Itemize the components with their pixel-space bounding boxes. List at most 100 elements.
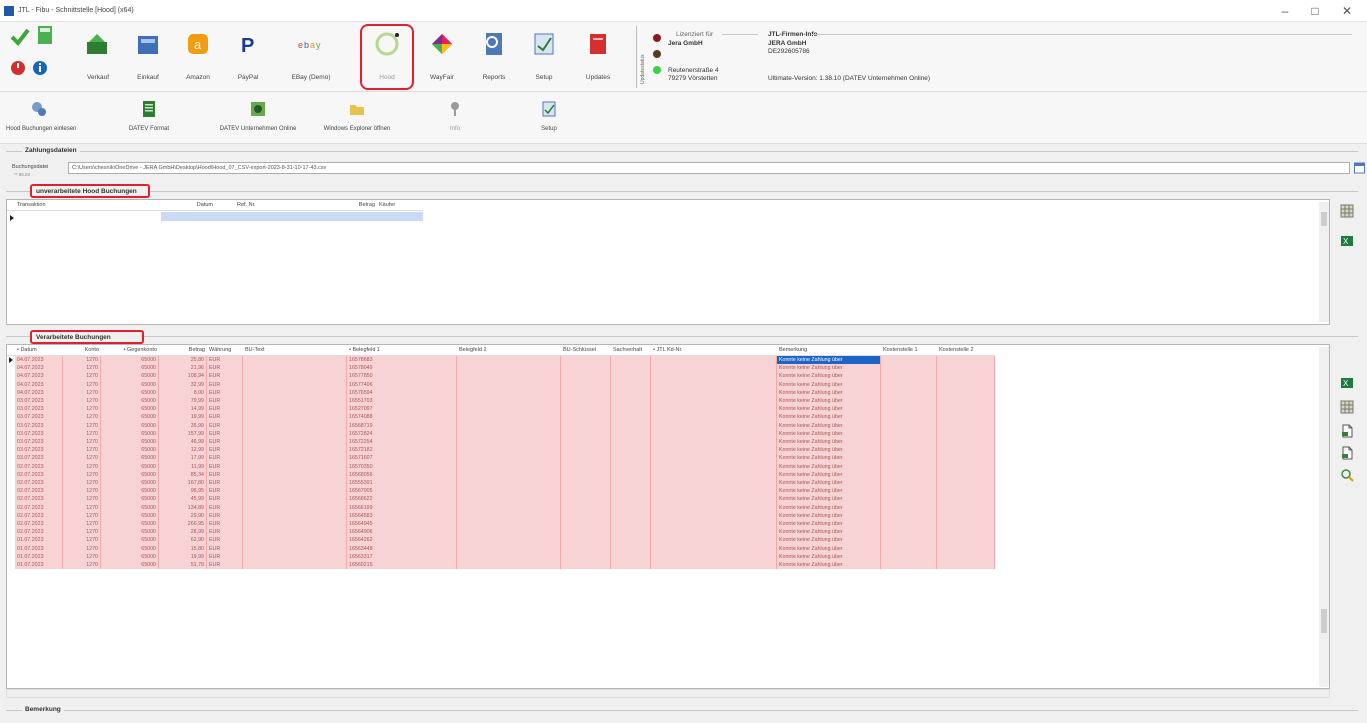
table-cell[interactable]: 65000 xyxy=(101,462,159,471)
maximize-button[interactable]: □ xyxy=(1300,3,1330,19)
table-cell[interactable] xyxy=(937,421,995,430)
table-cell[interactable]: 65000 xyxy=(101,446,159,455)
table-cell[interactable]: 85,34 xyxy=(159,470,207,479)
table-cell[interactable] xyxy=(937,405,995,414)
col-header-jtl-kd-nr[interactable]: • JTL Kd-Nr. xyxy=(651,345,777,355)
table-cell[interactable] xyxy=(881,511,937,520)
table-cell[interactable] xyxy=(243,380,347,389)
toolbar-amazon-button[interactable]: a Amazon xyxy=(176,22,220,92)
table-cell[interactable] xyxy=(243,446,347,455)
table-cell[interactable] xyxy=(243,536,347,545)
table-cell[interactable] xyxy=(881,561,937,570)
table-cell[interactable] xyxy=(243,429,347,438)
table-cell[interactable] xyxy=(937,528,995,537)
table-cell[interactable] xyxy=(457,397,561,406)
col-header-kostenstelle-2[interactable]: Kostenstelle 2 xyxy=(937,345,995,355)
vertical-scrollbar[interactable] xyxy=(1319,347,1329,687)
table-cell[interactable] xyxy=(611,552,651,561)
table-cell[interactable] xyxy=(457,552,561,561)
table-cell[interactable]: EUR xyxy=(207,364,243,373)
table-cell[interactable]: 65000 xyxy=(101,405,159,414)
table-row[interactable]: 02.07.2023 1270 65000 28,99 EUR 16564906 Konnt… xyxy=(7,528,1007,537)
table-cell[interactable] xyxy=(881,503,937,512)
table-cell[interactable] xyxy=(561,462,611,471)
table-cell[interactable] xyxy=(651,372,777,381)
table-cell[interactable] xyxy=(561,495,611,504)
table-cell[interactable]: 16574088 xyxy=(347,413,457,422)
table-cell[interactable]: 1270 xyxy=(63,438,101,447)
buchungsdatei-input[interactable]: C:\Users\chesnik\OneDrive - JERA GmbH\De… xyxy=(68,162,1350,174)
table-cell[interactable] xyxy=(243,495,347,504)
table-cell[interactable] xyxy=(561,421,611,430)
table-cell[interactable] xyxy=(243,421,347,430)
table-cell[interactable]: EUR xyxy=(207,438,243,447)
new-row[interactable] xyxy=(161,212,423,221)
table-cell[interactable] xyxy=(561,503,611,512)
table-cell[interactable] xyxy=(611,438,651,447)
table-cell[interactable] xyxy=(243,405,347,414)
table-cell[interactable]: EUR xyxy=(207,405,243,414)
table-cell[interactable]: EUR xyxy=(207,561,243,570)
table-cell[interactable]: EUR xyxy=(207,372,243,381)
table-cell[interactable]: 16551703 xyxy=(347,397,457,406)
setup-button[interactable]: Setup xyxy=(532,92,566,144)
table-cell[interactable] xyxy=(937,413,995,422)
table-cell[interactable]: EUR xyxy=(207,487,243,496)
table-cell[interactable] xyxy=(651,511,777,520)
table-cell[interactable]: 16566199 xyxy=(347,503,457,512)
table-cell[interactable]: 16572182 xyxy=(347,446,457,455)
table-cell[interactable]: 1270 xyxy=(63,487,101,496)
table-cell[interactable]: Konnte keine Zahlung über xyxy=(777,470,881,479)
table-cell[interactable]: 1270 xyxy=(63,454,101,463)
table-cell[interactable]: 1270 xyxy=(63,561,101,570)
table-cell[interactable]: EUR xyxy=(207,388,243,397)
table-cell[interactable] xyxy=(243,511,347,520)
table-cell[interactable] xyxy=(561,528,611,537)
table-row[interactable]: 01.07.2023 1270 65000 62,90 EUR 16564262 Konnt… xyxy=(7,536,1007,545)
table-cell[interactable] xyxy=(457,528,561,537)
table-cell[interactable] xyxy=(881,429,937,438)
table-cell[interactable]: Konnte keine Zahlung über xyxy=(777,503,881,512)
table-row[interactable]: 02.07.2023 1270 65000 85,34 EUR 16568056 Konnt… xyxy=(7,470,1007,479)
table-cell[interactable]: 1270 xyxy=(63,462,101,471)
col-header-kaeufer[interactable]: Käufer xyxy=(377,200,421,210)
table-cell[interactable]: 1270 xyxy=(63,446,101,455)
search-refresh-icon[interactable] xyxy=(1340,468,1354,482)
table-cell[interactable]: Konnte keine Zahlung über xyxy=(777,356,881,365)
table-cell[interactable]: EUR xyxy=(207,413,243,422)
table-cell[interactable]: 1270 xyxy=(63,405,101,414)
table-cell[interactable]: Konnte keine Zahlung über xyxy=(777,536,881,545)
table-cell[interactable]: 1270 xyxy=(63,421,101,430)
table-cell[interactable] xyxy=(611,364,651,373)
table-cell[interactable] xyxy=(561,356,611,365)
table-cell[interactable] xyxy=(937,536,995,545)
table-cell[interactable] xyxy=(611,536,651,545)
minimize-button[interactable]: – xyxy=(1270,3,1300,19)
table-cell[interactable]: 1270 xyxy=(63,429,101,438)
table-cell[interactable] xyxy=(561,520,611,529)
table-cell[interactable]: 02.07.2023 xyxy=(15,511,63,520)
col-header-betrag[interactable]: Betrag xyxy=(279,200,377,210)
table-cell[interactable]: 16568719 xyxy=(347,421,457,430)
table-cell[interactable]: 01.07.2023 xyxy=(15,544,63,553)
table-cell[interactable]: Konnte keine Zahlung über xyxy=(777,479,881,488)
toolbar-paypal-button[interactable]: P PayPal xyxy=(228,22,268,92)
table-cell[interactable]: 65000 xyxy=(101,511,159,520)
toolbar-reports-button[interactable]: Reports xyxy=(472,22,516,92)
table-cell[interactable] xyxy=(457,520,561,529)
table-cell[interactable]: 1270 xyxy=(63,552,101,561)
table-cell[interactable]: 1270 xyxy=(63,380,101,389)
table-cell[interactable] xyxy=(457,503,561,512)
table-cell[interactable]: EUR xyxy=(207,421,243,430)
table-cell[interactable]: 65000 xyxy=(101,413,159,422)
table-cell[interactable]: 11,99 xyxy=(159,462,207,471)
explorer-button[interactable]: Windows Explorer öffnen xyxy=(314,92,400,144)
table-cell[interactable]: 02.07.2023 xyxy=(15,528,63,537)
table-cell[interactable]: 65000 xyxy=(101,528,159,537)
table-cell[interactable]: 02.07.2023 xyxy=(15,503,63,512)
table-cell[interactable] xyxy=(937,552,995,561)
table-cell[interactable] xyxy=(561,446,611,455)
table-cell[interactable]: 1270 xyxy=(63,364,101,373)
table-cell[interactable]: Konnte keine Zahlung über xyxy=(777,364,881,373)
table-cell[interactable] xyxy=(881,356,937,365)
